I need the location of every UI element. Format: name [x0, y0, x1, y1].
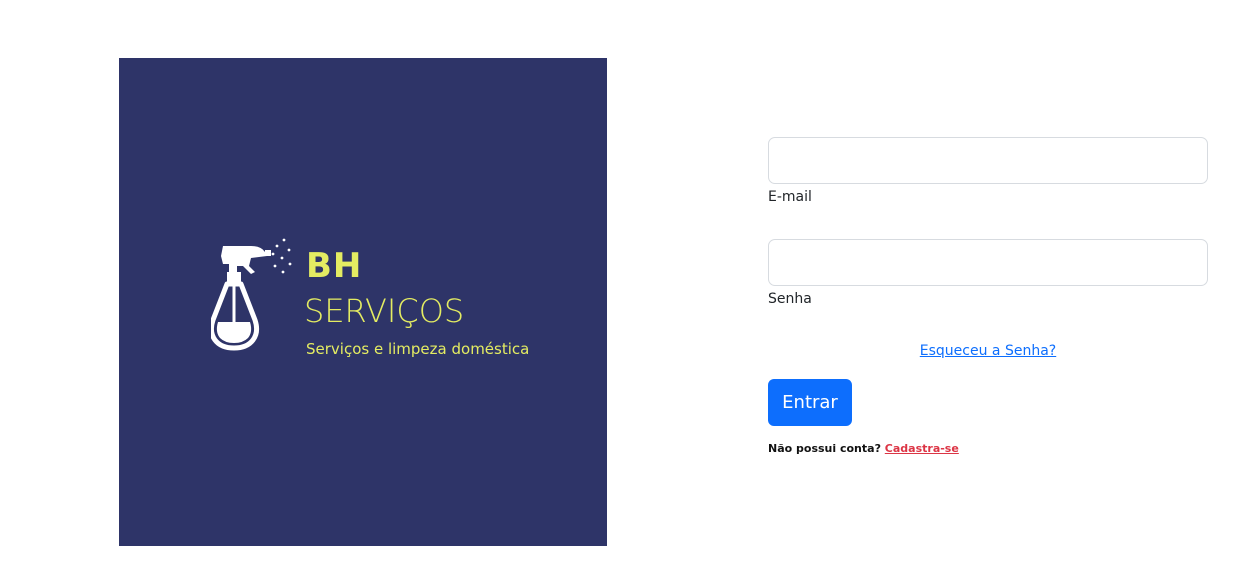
forgot-password-row: Esqueceu a Senha?	[768, 340, 1208, 359]
login-form: E-mail Senha Esqueceu a Senha? Entrar Nã…	[768, 137, 1208, 455]
signup-prompt: Não possui conta?	[768, 442, 881, 455]
forgot-password-link[interactable]: Esqueceu a Senha?	[920, 343, 1056, 359]
signup-row: Não possui conta? Cadastra-se	[768, 442, 1208, 455]
signup-link[interactable]: Cadastra-se	[885, 442, 959, 455]
brand-tagline: Serviços e limpeza doméstica	[306, 340, 530, 358]
spray-bottle-icon	[211, 238, 292, 351]
email-label: E-mail	[768, 189, 812, 205]
login-button[interactable]: Entrar	[768, 379, 852, 426]
brand-name: SERVIÇOS	[304, 292, 465, 330]
logo-panel: BH SERVIÇOS Serviços e limpeza doméstica	[119, 58, 607, 546]
password-field[interactable]	[768, 239, 1208, 286]
brand-short-name: BH	[306, 246, 363, 286]
login-page: BH SERVIÇOS Serviços e limpeza doméstica…	[0, 0, 1234, 571]
password-label: Senha	[768, 291, 812, 307]
email-field[interactable]	[768, 137, 1208, 184]
